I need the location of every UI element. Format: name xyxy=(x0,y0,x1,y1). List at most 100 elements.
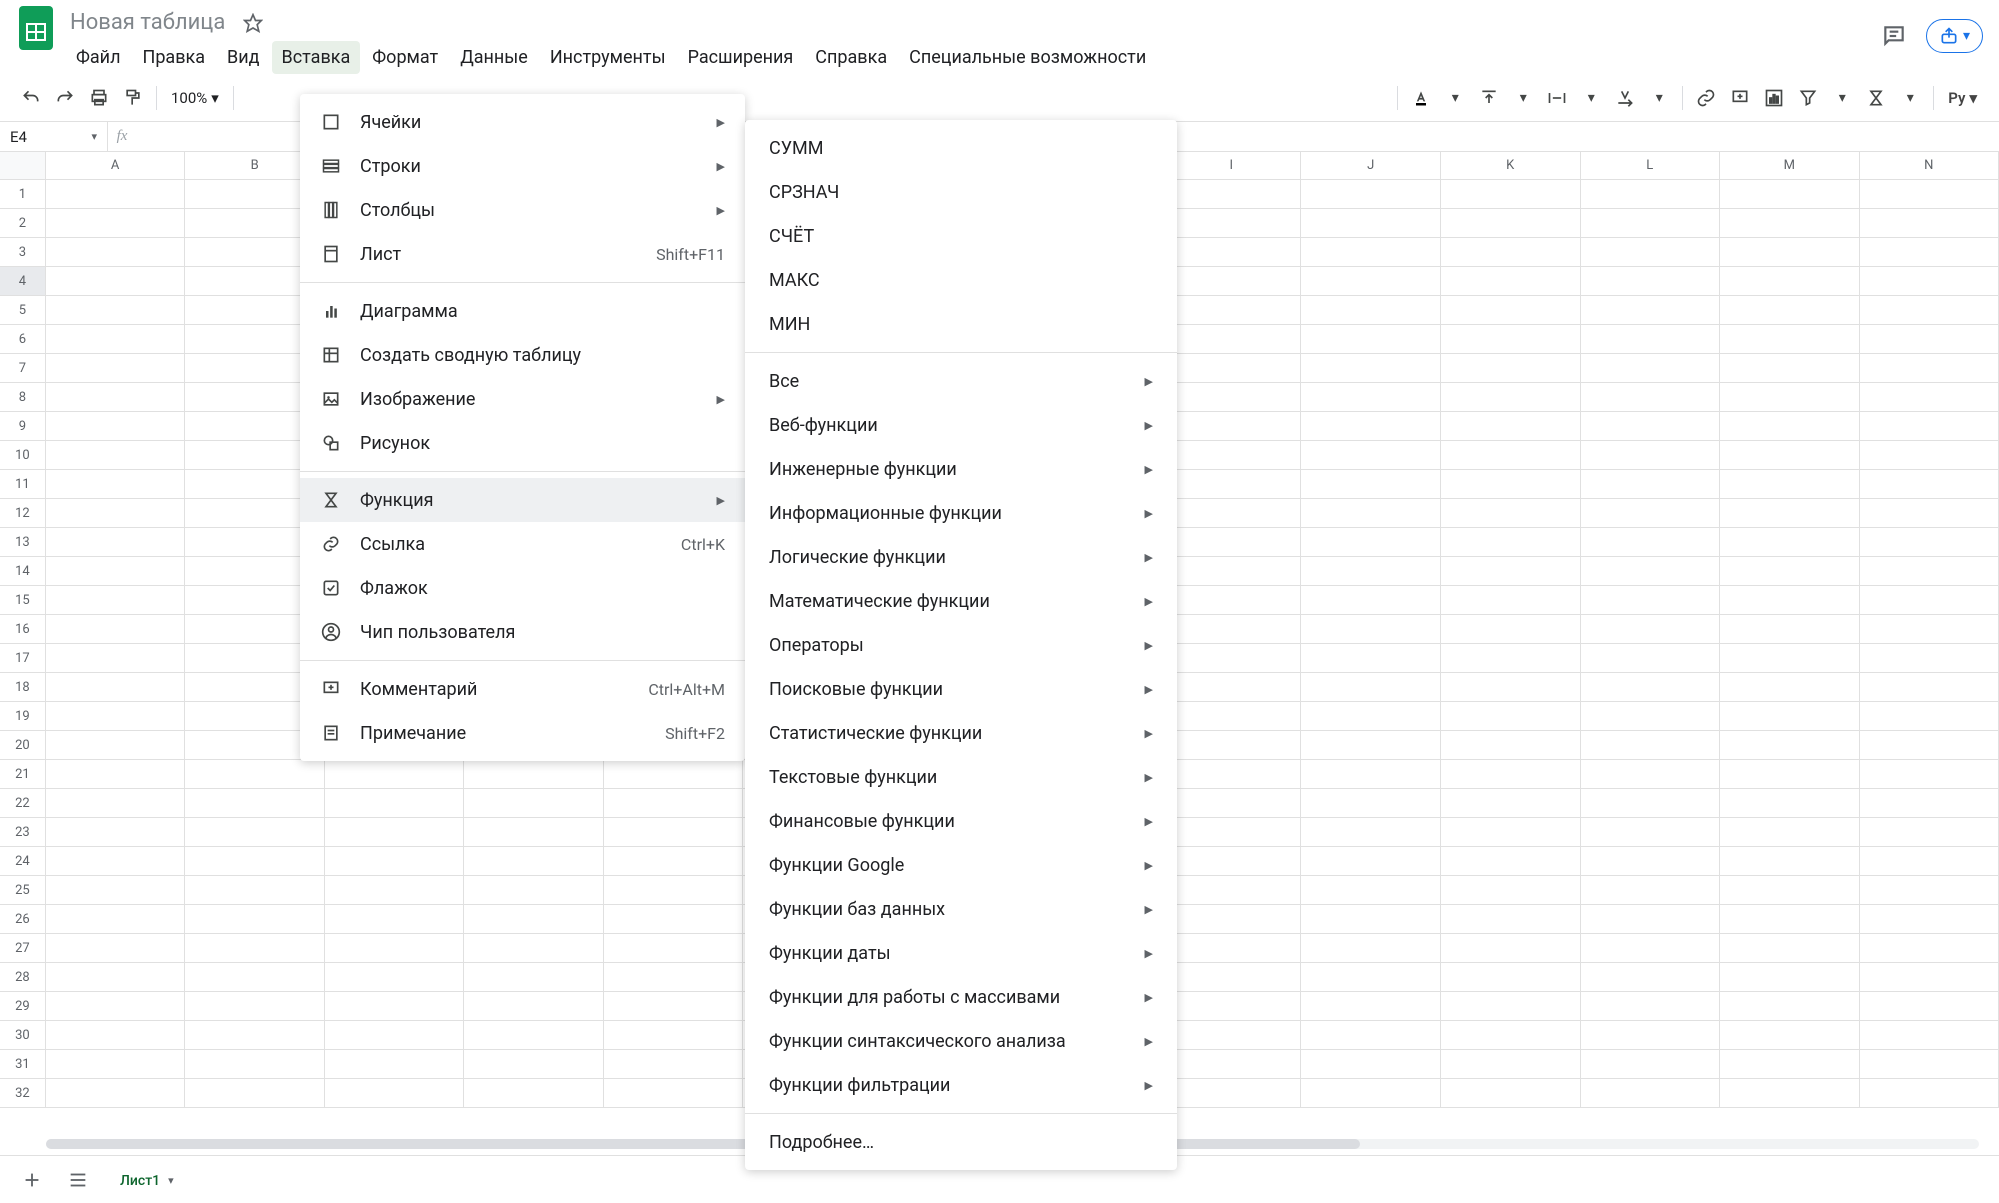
cell[interactable] xyxy=(1301,296,1441,325)
cell[interactable] xyxy=(1720,702,1860,731)
cell[interactable] xyxy=(1301,238,1441,267)
cell[interactable] xyxy=(1301,1079,1441,1108)
cell[interactable] xyxy=(1860,615,1999,644)
cell[interactable] xyxy=(1441,441,1581,470)
cell[interactable] xyxy=(1301,412,1441,441)
cell[interactable] xyxy=(1860,528,1999,557)
cell[interactable] xyxy=(1581,847,1721,876)
cell[interactable] xyxy=(1860,673,1999,702)
cell[interactable] xyxy=(1441,760,1581,789)
text-wrap-button[interactable] xyxy=(1542,83,1572,113)
cell[interactable] xyxy=(1720,818,1860,847)
cell[interactable] xyxy=(1581,992,1721,1021)
cell[interactable] xyxy=(46,238,186,267)
cell[interactable] xyxy=(46,731,186,760)
row-header[interactable]: 27 xyxy=(0,934,46,963)
cell[interactable] xyxy=(1441,847,1581,876)
cell[interactable] xyxy=(1581,383,1721,412)
star-icon[interactable] xyxy=(243,13,263,33)
cell[interactable] xyxy=(1301,760,1441,789)
cell[interactable] xyxy=(1581,644,1721,673)
cell[interactable] xyxy=(1301,789,1441,818)
cell[interactable] xyxy=(1441,992,1581,1021)
cell[interactable] xyxy=(1860,470,1999,499)
function-category[interactable]: Веб-функции▶ xyxy=(745,403,1177,447)
column-header[interactable]: K xyxy=(1441,152,1581,179)
cell[interactable] xyxy=(464,847,604,876)
cell[interactable] xyxy=(1720,470,1860,499)
paint-format-button[interactable] xyxy=(118,83,148,113)
cell[interactable] xyxy=(1441,934,1581,963)
cell[interactable] xyxy=(1162,992,1302,1021)
function-category[interactable]: Математические функции▶ xyxy=(745,579,1177,623)
cell[interactable] xyxy=(1301,325,1441,354)
cell[interactable] xyxy=(1162,876,1302,905)
function-item[interactable]: СУММ xyxy=(745,126,1177,170)
cell[interactable] xyxy=(1860,847,1999,876)
cell[interactable] xyxy=(1860,905,1999,934)
cell[interactable] xyxy=(604,760,744,789)
cell[interactable] xyxy=(325,760,465,789)
menu-данные[interactable]: Данные xyxy=(450,41,538,74)
row-header[interactable]: 16 xyxy=(0,615,46,644)
cell[interactable] xyxy=(46,847,186,876)
cell[interactable] xyxy=(325,818,465,847)
select-all-corner[interactable] xyxy=(0,152,46,179)
cell[interactable] xyxy=(1441,528,1581,557)
cell[interactable] xyxy=(1581,876,1721,905)
cell[interactable] xyxy=(1301,818,1441,847)
cell[interactable] xyxy=(1581,296,1721,325)
menu-item-columns[interactable]: Столбцы▶ xyxy=(300,188,745,232)
cell[interactable] xyxy=(1581,586,1721,615)
redo-button[interactable] xyxy=(50,83,80,113)
cell[interactable] xyxy=(464,1050,604,1079)
menu-вид[interactable]: Вид xyxy=(217,41,269,74)
cell[interactable] xyxy=(1162,586,1302,615)
cell[interactable] xyxy=(1581,267,1721,296)
cell[interactable] xyxy=(604,847,744,876)
cell[interactable] xyxy=(1581,934,1721,963)
cell[interactable] xyxy=(1441,180,1581,209)
cell[interactable] xyxy=(1720,905,1860,934)
cell[interactable] xyxy=(1441,354,1581,383)
cell[interactable] xyxy=(1162,528,1302,557)
row-header[interactable]: 2 xyxy=(0,209,46,238)
cell[interactable] xyxy=(1720,615,1860,644)
cell[interactable] xyxy=(46,499,186,528)
cell[interactable] xyxy=(1301,180,1441,209)
text-rotation-button[interactable] xyxy=(1610,83,1640,113)
row-header[interactable]: 9 xyxy=(0,412,46,441)
row-header[interactable]: 15 xyxy=(0,586,46,615)
cell[interactable] xyxy=(1441,470,1581,499)
column-header[interactable]: N xyxy=(1860,152,1999,179)
cell[interactable] xyxy=(604,818,744,847)
cell[interactable] xyxy=(1720,586,1860,615)
cell[interactable] xyxy=(325,876,465,905)
menu-item-drawing[interactable]: Рисунок xyxy=(300,421,745,465)
sheet-tab[interactable]: Лист1▾ xyxy=(106,1163,188,1197)
function-category[interactable]: Функции фильтрации▶ xyxy=(745,1063,1177,1107)
cell[interactable] xyxy=(46,586,186,615)
cell[interactable] xyxy=(1720,644,1860,673)
cell[interactable] xyxy=(1860,499,1999,528)
row-header[interactable]: 24 xyxy=(0,847,46,876)
cell[interactable] xyxy=(604,1050,744,1079)
cell[interactable] xyxy=(46,180,186,209)
cell[interactable] xyxy=(46,876,186,905)
name-box[interactable]: E4▾ xyxy=(0,122,108,151)
row-header[interactable]: 32 xyxy=(0,1079,46,1108)
chevron-down-icon[interactable]: ▾ xyxy=(1895,83,1925,113)
menu-файл[interactable]: Файл xyxy=(66,41,130,74)
cell[interactable] xyxy=(185,905,325,934)
chevron-down-icon[interactable]: ▾ xyxy=(1508,83,1538,113)
cell[interactable] xyxy=(604,992,744,1021)
cell[interactable] xyxy=(46,702,186,731)
cell[interactable] xyxy=(604,905,744,934)
menu-формат[interactable]: Формат xyxy=(362,41,448,74)
cell[interactable] xyxy=(464,963,604,992)
row-header[interactable]: 5 xyxy=(0,296,46,325)
cell[interactable] xyxy=(1441,586,1581,615)
cell[interactable] xyxy=(1581,615,1721,644)
cell[interactable] xyxy=(1720,1079,1860,1108)
cell[interactable] xyxy=(1720,441,1860,470)
